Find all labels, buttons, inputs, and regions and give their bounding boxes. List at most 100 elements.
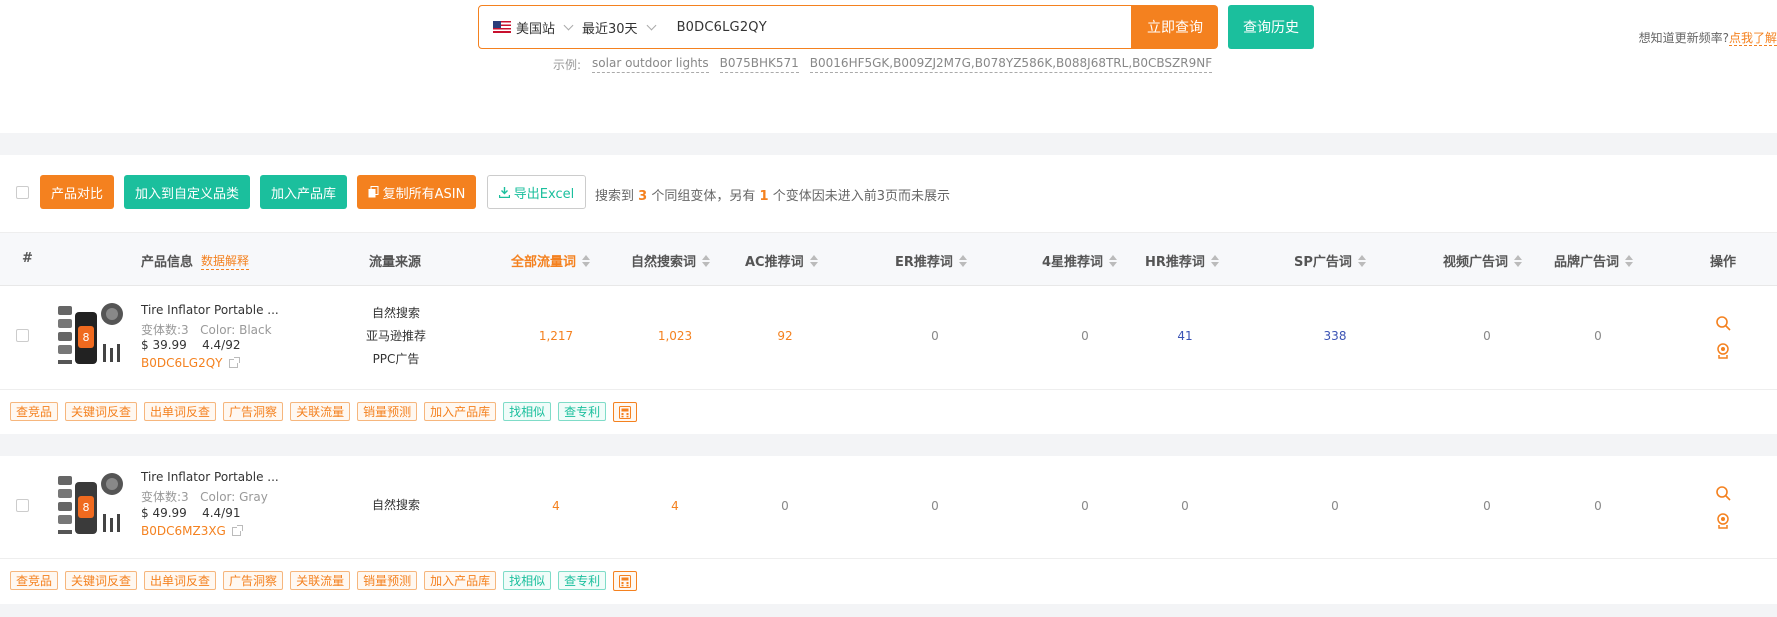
external-link-icon[interactable] [228,356,240,368]
tag-patent[interactable]: 查专利 [558,571,607,590]
calculator-icon[interactable] [613,571,638,591]
sort-icon [1210,254,1219,267]
tag-keyword-reverse[interactable]: 关键词反查 [65,571,138,590]
hr-count: 0 [1181,499,1189,513]
row-tags: 查竞品 关键词反查 出单词反查 广告洞察 关联流量 销量预测 加入产品库 找相似… [10,571,638,591]
sp-count[interactable]: 338 [1305,329,1365,343]
col-sp[interactable]: SP广告词 [1294,251,1366,270]
hr-count[interactable]: 41 [1155,329,1215,343]
table-row: 8 Tire Inflator Portable ... 变体数:3 Color… [0,456,1777,558]
location-icon[interactable] [1715,343,1731,359]
tag-ad-insight[interactable]: 广告洞察 [223,571,284,590]
data-explain-link[interactable]: 数据解释 [201,252,250,270]
traffic-source-item: 自然搜索 [371,306,420,320]
row-checkbox[interactable] [16,499,29,512]
col-action: 操作 [1710,255,1737,270]
tag-ad-insight[interactable]: 广告洞察 [223,402,284,421]
organic-count[interactable]: 4 [645,499,705,513]
star4-count: 0 [1081,329,1089,343]
station-select[interactable]: 美国站 [516,18,574,37]
select-all-checkbox[interactable] [16,186,29,199]
row-divider [0,558,1777,559]
tag-related-traffic[interactable]: 关联流量 [290,571,351,590]
tag-find-similar[interactable]: 找相似 [503,571,552,590]
star4-count: 0 [1081,499,1089,513]
summary-prefix: 搜索到 [595,189,635,204]
row-checkbox[interactable] [16,329,29,342]
row-tags: 查竞品 关键词反查 出单词反查 广告洞察 关联流量 销量预测 加入产品库 找相似… [10,402,638,422]
summary-suffix: 个变体因未进入前3页而未展示 [772,189,950,204]
tag-sales-forecast[interactable]: 销量预测 [357,402,418,421]
product-price: $ 39.99 4.4/92 [141,338,240,352]
download-icon [498,186,510,198]
col-er[interactable]: ER推荐词 [895,251,967,270]
product-thumbnail[interactable]: 8 [55,300,127,372]
er-count: 0 [931,329,939,343]
col-ac-label: AC推荐词 [745,255,804,270]
row-divider [0,389,1777,390]
organic-count[interactable]: 1,023 [645,329,705,343]
search-icon[interactable] [1715,315,1731,331]
product-name[interactable]: Tire Inflator Portable ... [141,470,279,484]
tag-competitors[interactable]: 查竞品 [10,402,59,421]
calculator-icon[interactable] [613,402,638,422]
search-icon[interactable] [1715,485,1731,501]
location-icon[interactable] [1715,513,1731,529]
tag-competitors[interactable]: 查竞品 [10,571,59,590]
tag-related-traffic[interactable]: 关联流量 [290,402,351,421]
product-name[interactable]: Tire Inflator Portable ... [141,303,279,317]
all-keywords-count[interactable]: 1,217 [526,329,586,343]
col-product-info-label: 产品信息 [141,255,194,270]
example-link[interactable]: B0016HF5GK,B009ZJ2M7G,B078YZ586K,B088J68… [809,56,1213,73]
variant-count: 变体数:3 [141,490,189,504]
table-header: # 产品信息 数据解释 流量来源 全部流量词 自然搜索词 AC推荐词 ER推荐词… [0,232,1777,286]
example-link[interactable]: B075BHK571 [719,56,799,73]
video-ad-count: 0 [1483,329,1491,343]
frequency-link[interactable]: 点我了解 [1728,31,1777,46]
tag-keyword-reverse[interactable]: 关键词反查 [65,402,138,421]
export-excel-button[interactable]: 导出Excel [487,175,586,209]
export-excel-label: 导出Excel [513,186,575,202]
tag-order-keyword[interactable]: 出单词反查 [144,571,217,590]
tag-sales-forecast[interactable]: 销量预测 [357,571,418,590]
traffic-source-item: PPC广告 [372,352,420,366]
sort-icon [582,254,591,267]
query-history-button[interactable]: 查询历史 [1228,5,1314,49]
col-organic[interactable]: 自然搜索词 [631,251,711,270]
row-gap [0,434,1777,456]
product-thumbnail[interactable]: 8 [55,470,127,542]
chevron-down-icon [646,20,657,30]
tag-find-similar[interactable]: 找相似 [503,402,552,421]
col-video-ad-label: 视频广告词 [1443,255,1509,270]
add-custom-category-button[interactable]: 加入到自定义品类 [124,175,250,209]
traffic-source-item: 亚马逊推荐 [365,329,426,343]
period-select[interactable]: 最近30天 [582,18,657,37]
col-brand-ad[interactable]: 品牌广告词 [1554,251,1634,270]
traffic-source-item: 自然搜索 [371,498,420,512]
product-asin[interactable]: B0DC6MZ3XG [141,524,243,538]
col-4star[interactable]: 4星推荐词 [1042,251,1118,270]
external-link-icon[interactable] [231,524,243,536]
copy-asin-button[interactable]: 复制所有ASIN [357,175,476,209]
tag-patent[interactable]: 查专利 [558,402,607,421]
col-ac[interactable]: AC推荐词 [745,251,818,270]
all-keywords-count[interactable]: 4 [526,499,586,513]
tag-add-library[interactable]: 加入产品库 [424,402,497,421]
col-all-keywords[interactable]: 全部流量词 [511,251,591,270]
product-asin[interactable]: B0DC6LG2QY [141,356,240,370]
example-link[interactable]: solar outdoor lights [592,56,709,73]
submit-query-button[interactable]: 立即查询 [1132,5,1218,49]
search-input[interactable]: B0DC6LG2QY [677,20,767,35]
variant-color: Color: Black [200,323,272,337]
col-video-ad[interactable]: 视频广告词 [1443,251,1523,270]
col-all-keywords-label: 全部流量词 [511,255,577,270]
video-ad-count: 0 [1483,499,1491,513]
tag-add-library[interactable]: 加入产品库 [424,571,497,590]
ac-count[interactable]: 92 [755,329,815,343]
add-to-library-button[interactable]: 加入产品库 [260,175,347,209]
col-hr[interactable]: HR推荐词 [1145,251,1219,270]
brand-ad-count: 0 [1594,499,1602,513]
price: $ 49.99 [141,506,187,520]
tag-order-keyword[interactable]: 出单词反查 [144,402,217,421]
compare-button[interactable]: 产品对比 [40,175,114,209]
